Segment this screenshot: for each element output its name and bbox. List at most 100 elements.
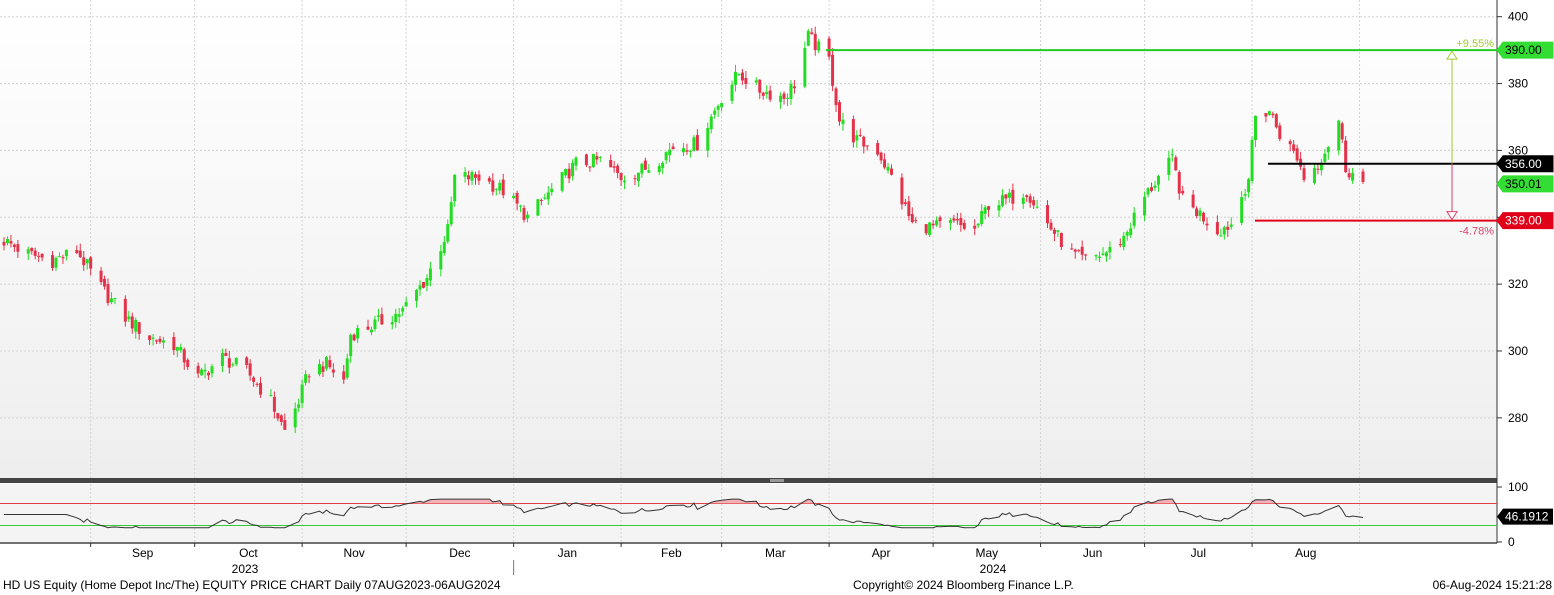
candle-body [734, 71, 738, 85]
candle-body [477, 174, 481, 181]
candle-body [1098, 256, 1102, 259]
candle-body [1025, 195, 1029, 198]
candle-body [390, 322, 394, 325]
candle-body [997, 205, 1001, 211]
candle-body [103, 278, 107, 287]
pane-resize-handle[interactable] [770, 479, 784, 482]
candle-body [671, 146, 675, 150]
candle-body [12, 244, 16, 248]
rsi-last-tag[interactable]: 46.1912 [1497, 508, 1553, 525]
candle-body [827, 38, 831, 57]
candle-body [1046, 205, 1050, 224]
candle-body [623, 180, 627, 183]
candle-body [879, 152, 883, 161]
candle-body [914, 220, 918, 222]
candle-body [1035, 206, 1039, 208]
candle-body [473, 174, 477, 178]
candle-body [1004, 194, 1008, 199]
reference-tag-text: 356.00 [1505, 157, 1542, 171]
candle-body [841, 119, 845, 125]
candle-body [1250, 139, 1254, 181]
candle-body [1150, 187, 1154, 191]
x-year-label: 2024 [980, 562, 1007, 575]
candle-body [910, 214, 914, 223]
candle-body [983, 207, 987, 214]
candle-body [321, 366, 325, 372]
candle-body [588, 166, 592, 168]
candle-body [494, 188, 498, 190]
candle-body [1021, 197, 1025, 204]
chart-window: 2803003203403603804000100SepOctNovDecJan… [0, 0, 1554, 595]
candle-body [130, 316, 134, 329]
candle-body [657, 165, 661, 173]
x-month-label: May [976, 546, 999, 560]
candle-body [352, 334, 356, 341]
candle-body [779, 95, 783, 102]
candle-body [519, 205, 523, 207]
candle-body [810, 32, 814, 35]
candle-body [688, 150, 692, 152]
last-price-tag[interactable]: 350.01 [1496, 175, 1554, 193]
candle-body [415, 289, 419, 302]
candle-body [758, 79, 762, 93]
candle-body [470, 172, 474, 181]
candle-body [692, 137, 696, 151]
reference-tag[interactable]: 356.00 [1496, 155, 1554, 173]
candle-body [404, 302, 408, 307]
candle-body [952, 218, 956, 221]
candle-body [935, 220, 939, 226]
candle-body [1143, 196, 1147, 216]
candle-body [571, 162, 575, 177]
candle-body [446, 224, 450, 242]
downside-percent: -4.78% [1459, 226, 1494, 238]
resistance-tag[interactable]: 390.00 [1496, 41, 1554, 59]
candle-body [661, 162, 665, 168]
candle-body [713, 110, 717, 115]
price-chart[interactable]: 2803003203403603804000100SepOctNovDecJan… [0, 0, 1554, 575]
candle-body [1312, 168, 1316, 183]
candle-body [1240, 197, 1244, 223]
candle-body [959, 218, 963, 226]
candle-body [1198, 210, 1202, 216]
candle-body [591, 153, 595, 168]
candle-body [619, 173, 623, 181]
candle-body [227, 358, 231, 368]
candle-body [647, 170, 651, 173]
candle-body [127, 316, 131, 320]
candle-body [1094, 255, 1098, 257]
pane-separator[interactable] [0, 478, 1497, 483]
candle-body [584, 154, 588, 166]
candle-body [806, 30, 810, 46]
support-tag[interactable]: 339.00 [1496, 212, 1554, 230]
candle-body [858, 134, 862, 136]
x-month-label: Aug [1295, 546, 1316, 560]
candle-body [1032, 200, 1036, 206]
candle-body [418, 285, 422, 290]
y-tick-label: 300 [1508, 344, 1528, 358]
candle-body [855, 135, 859, 141]
candle-body [1059, 232, 1063, 247]
candle-body [831, 54, 835, 86]
candle-body [1073, 249, 1077, 252]
candle-body [453, 174, 457, 202]
copyright-notice: Copyright© 2024 Bloomberg Finance L.P. [853, 578, 1074, 592]
candle-body [515, 192, 519, 204]
candle-body [685, 150, 689, 152]
candle-body [501, 179, 505, 196]
candle-body [543, 197, 547, 199]
candle-body [269, 394, 273, 396]
candle-body [324, 357, 328, 369]
candle-body [345, 358, 349, 378]
candle-body [467, 175, 471, 180]
candle-body [51, 255, 55, 268]
y-tick-label: 280 [1508, 411, 1528, 425]
candle-body [30, 247, 34, 252]
candle-body [512, 195, 516, 199]
candle-body [744, 77, 748, 84]
candle-body [293, 408, 297, 428]
candle-body [1247, 179, 1251, 193]
candle-body [924, 224, 928, 234]
candle-body [54, 257, 58, 268]
x-month-label: Sep [132, 546, 154, 560]
candle-body [709, 116, 713, 130]
